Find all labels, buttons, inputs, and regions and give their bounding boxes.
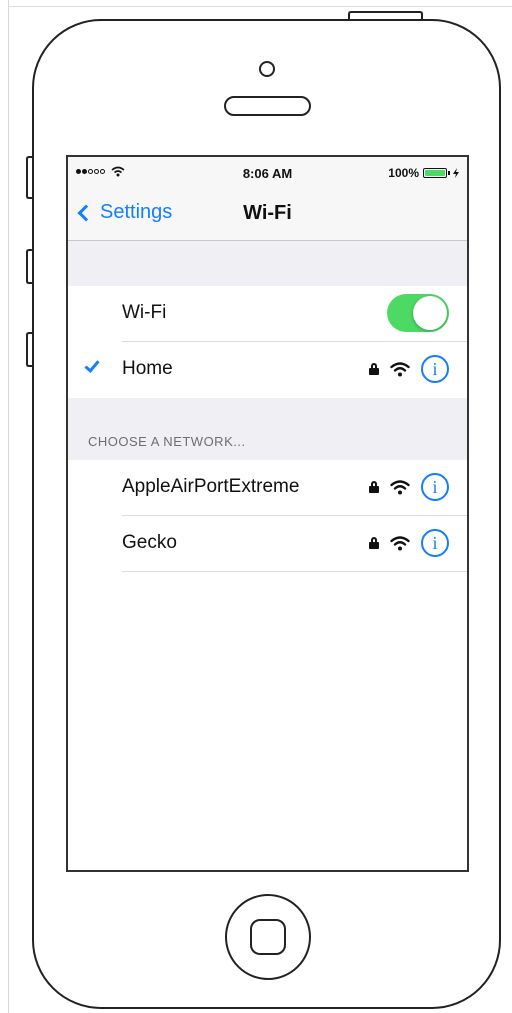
divider (122, 571, 467, 572)
charging-bolt-icon (453, 168, 459, 178)
wifi-toggle-switch[interactable] (387, 294, 449, 332)
section-title: CHOOSE A NETWORK... (88, 434, 246, 449)
lock-icon (369, 363, 379, 375)
battery-fill (425, 170, 445, 176)
checkmark-icon (84, 357, 100, 373)
wifi-toggle-label: Wi-Fi (122, 302, 167, 323)
battery-percent: 100% (388, 166, 419, 180)
wifi-icon (390, 479, 410, 494)
wifi-icon (390, 535, 410, 550)
network-icons: i (369, 473, 449, 501)
lock-icon (369, 537, 379, 549)
wifi-toggle-row: Wi-Fi (68, 286, 467, 342)
info-icon[interactable]: i (421, 355, 449, 383)
battery-icon (423, 168, 450, 178)
network-row-appleairportextreme[interactable]: AppleAirPortExtreme i (68, 460, 467, 516)
status-bar-right: 100% (388, 166, 459, 180)
network-row-gecko[interactable]: Gecko i (68, 516, 467, 572)
page-title: Wi-Fi (243, 202, 292, 224)
choose-network-header: CHOOSE A NETWORK... (68, 398, 467, 460)
status-bar: 8:06 AM 100% (68, 157, 467, 189)
network-name: Home (122, 358, 173, 379)
network-name: Gecko (122, 532, 177, 553)
network-name: AppleAirPortExtreme (122, 476, 300, 497)
network-icons: i (369, 355, 449, 383)
lock-icon (369, 481, 379, 493)
navigation-bar: Settings Wi-Fi (68, 189, 467, 241)
info-icon[interactable]: i (421, 473, 449, 501)
info-icon[interactable]: i (421, 529, 449, 557)
network-icons: i (369, 529, 449, 557)
group-spacer (68, 241, 467, 286)
toggle-knob (413, 296, 447, 330)
connected-network-row[interactable]: Home i (68, 342, 467, 398)
wifi-icon (390, 361, 410, 376)
phone-screen: 8:06 AM 100% Settings Wi-Fi Wi-Fi Home i… (68, 157, 467, 870)
page-canvas: 8:06 AM 100% Settings Wi-Fi Wi-Fi Home i… (0, 0, 512, 1013)
